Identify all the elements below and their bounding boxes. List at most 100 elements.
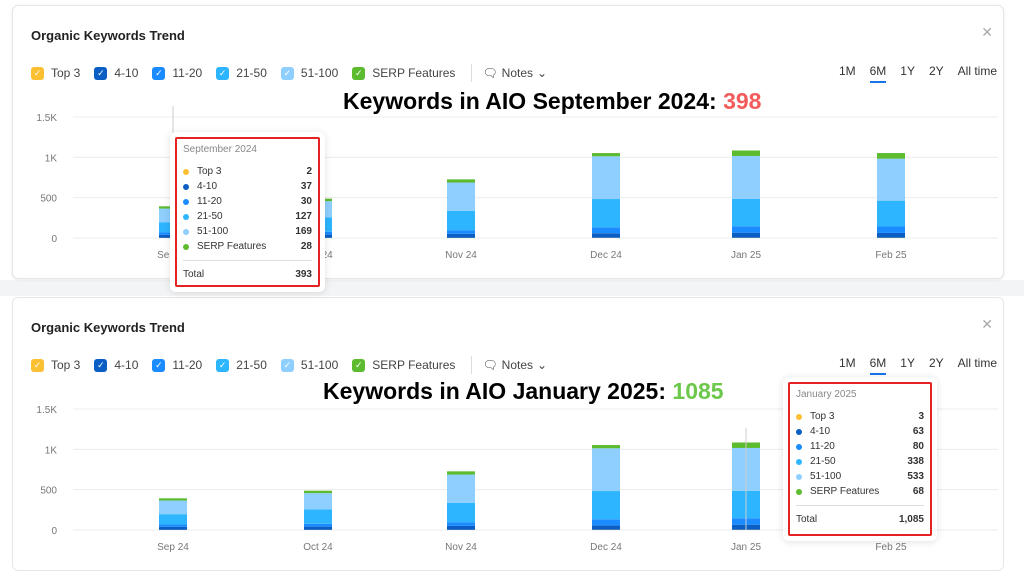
bar-segment[interactable] — [877, 158, 905, 201]
bar-segment[interactable] — [304, 509, 332, 524]
bar-segment[interactable] — [732, 232, 760, 238]
bar-segment[interactable] — [447, 525, 475, 530]
bar-segment[interactable] — [592, 156, 620, 200]
checkbox-icon[interactable]: ✓ — [216, 66, 230, 80]
checkbox-icon[interactable]: ✓ — [152, 358, 166, 372]
tooltip-label: 11-20 — [810, 441, 835, 452]
legend-toggle[interactable]: ✓ 11-20 — [152, 66, 202, 80]
close-icon[interactable]: ✕ — [981, 316, 993, 333]
range-tab[interactable]: All time — [958, 356, 997, 375]
notes-dropdown[interactable]: 🗨 Notes ⌄ — [482, 358, 547, 372]
legend-toggle[interactable]: ✓ Top 3 — [31, 66, 80, 80]
bar-segment[interactable] — [447, 179, 475, 183]
bar-segment[interactable] — [592, 153, 620, 157]
bar-segment[interactable] — [304, 523, 332, 527]
checkbox-icon[interactable]: ✓ — [94, 358, 108, 372]
headline-september: Keywords in AIO September 2024: 398 — [343, 88, 761, 115]
range-tab[interactable]: 1Y — [900, 64, 915, 83]
range-tab[interactable]: 1M — [839, 356, 856, 375]
bar-segment[interactable] — [877, 200, 905, 227]
bar-segment[interactable] — [304, 490, 332, 494]
bar-segment[interactable] — [447, 233, 475, 238]
bar-segment[interactable] — [304, 526, 332, 530]
bar-segment[interactable] — [592, 525, 620, 530]
close-icon[interactable]: ✕ — [981, 24, 993, 41]
tooltip-label: SERP Features — [810, 486, 880, 497]
legend-toggle[interactable]: ✓ 4-10 — [94, 66, 138, 80]
series-dot-icon — [183, 228, 189, 235]
checkbox-icon[interactable]: ✓ — [280, 358, 294, 372]
tooltip-row: 11-20 80 — [796, 439, 924, 454]
range-tab[interactable]: 6M — [869, 64, 887, 83]
bar-segment[interactable] — [304, 493, 332, 510]
bar-segment[interactable] — [159, 526, 187, 530]
bar-segment[interactable] — [159, 524, 187, 527]
checkbox-icon[interactable]: ✓ — [152, 66, 166, 80]
range-tab[interactable]: 6M — [869, 356, 887, 375]
checkbox-icon[interactable]: ✓ — [352, 66, 366, 80]
bar-segment[interactable] — [592, 519, 620, 526]
bar-segment[interactable] — [447, 502, 475, 523]
x-tick-label: Feb 25 — [875, 542, 907, 553]
legend-label: Top 3 — [51, 66, 81, 80]
bar-segment[interactable] — [592, 227, 620, 234]
tooltip-total: Total 1,085 — [796, 505, 924, 525]
bar-segment[interactable] — [732, 155, 760, 199]
range-tab[interactable]: 2Y — [929, 64, 944, 83]
range-tab[interactable]: 2Y — [929, 356, 944, 375]
bar-segment[interactable] — [447, 522, 475, 526]
legend-toggle[interactable]: ✓ 51-100 — [280, 358, 338, 372]
bar-segment[interactable] — [732, 198, 760, 227]
bar-segment[interactable] — [877, 153, 905, 159]
bar-segment[interactable] — [159, 514, 187, 525]
comment-icon: 🗨 — [482, 358, 498, 372]
checkbox-icon[interactable]: ✓ — [352, 358, 366, 372]
bar-segment[interactable] — [592, 199, 620, 228]
legend-toggle[interactable]: ✓ 21-50 — [216, 358, 267, 372]
headline-value: 398 — [723, 88, 762, 114]
bar-segment[interactable] — [592, 233, 620, 238]
bar-segment[interactable] — [447, 210, 475, 231]
checkbox-icon[interactable]: ✓ — [31, 358, 44, 372]
x-tick-label: Jan 25 — [731, 250, 761, 261]
bar-segment[interactable] — [592, 448, 620, 492]
panel-title: Organic Keywords Trend — [31, 320, 185, 335]
bar-segment[interactable] — [877, 226, 905, 233]
bar-segment[interactable] — [732, 226, 760, 233]
tooltip-row: 4-10 63 — [796, 424, 924, 439]
bar-segment[interactable] — [877, 232, 905, 238]
bar-segment[interactable] — [159, 500, 187, 515]
organic-keywords-panel-top: Organic Keywords Trend ✕ ✓ Top 3 ✓ 4-10 ✓ 11-… — [12, 5, 1004, 279]
legend-toggle[interactable]: ✓ 21-50 — [216, 66, 267, 80]
legend-toggle[interactable]: ✓ 51-100 — [280, 66, 339, 80]
bar-segment[interactable] — [447, 182, 475, 211]
range-tab[interactable]: All time — [958, 64, 997, 83]
bar-segment[interactable] — [447, 474, 475, 503]
bar-segment[interactable] — [592, 491, 620, 520]
legend-toggle[interactable]: ✓ 11-20 — [152, 358, 202, 372]
checkbox-icon[interactable]: ✓ — [216, 358, 230, 372]
legend-label: 21-50 — [236, 66, 267, 80]
legend-toggle[interactable]: ✓ SERP Features — [352, 358, 455, 372]
legend-toggle[interactable]: ✓ Top 3 — [31, 358, 80, 372]
divider — [471, 356, 473, 374]
range-selector: 1M 6M 1Y 2Y All time — [839, 356, 997, 375]
checkbox-icon[interactable]: ✓ — [94, 66, 108, 80]
bar-segment[interactable] — [592, 445, 620, 449]
bar-segment[interactable] — [447, 230, 475, 234]
checkbox-icon[interactable]: ✓ — [280, 66, 294, 80]
notes-dropdown[interactable]: 🗨 Notes ⌄ — [482, 66, 547, 80]
bar-segment[interactable] — [732, 150, 760, 156]
checkbox-icon[interactable]: ✓ — [31, 66, 44, 80]
range-tab[interactable]: 1Y — [900, 356, 915, 375]
legend-toggle[interactable]: ✓ SERP Features — [352, 66, 455, 80]
tooltip-row: Top 3 2 — [183, 164, 312, 179]
legend-label: 51-100 — [300, 66, 339, 80]
total-value: 1,085 — [898, 514, 924, 525]
bar-segment[interactable] — [447, 471, 475, 475]
x-tick-label: Oct 24 — [303, 542, 333, 553]
legend-toggle[interactable]: ✓ 4-10 — [94, 358, 138, 372]
tooltip-row: 21-50 127 — [183, 209, 312, 224]
bar-segment[interactable] — [159, 498, 187, 501]
range-tab[interactable]: 1M — [839, 64, 856, 83]
